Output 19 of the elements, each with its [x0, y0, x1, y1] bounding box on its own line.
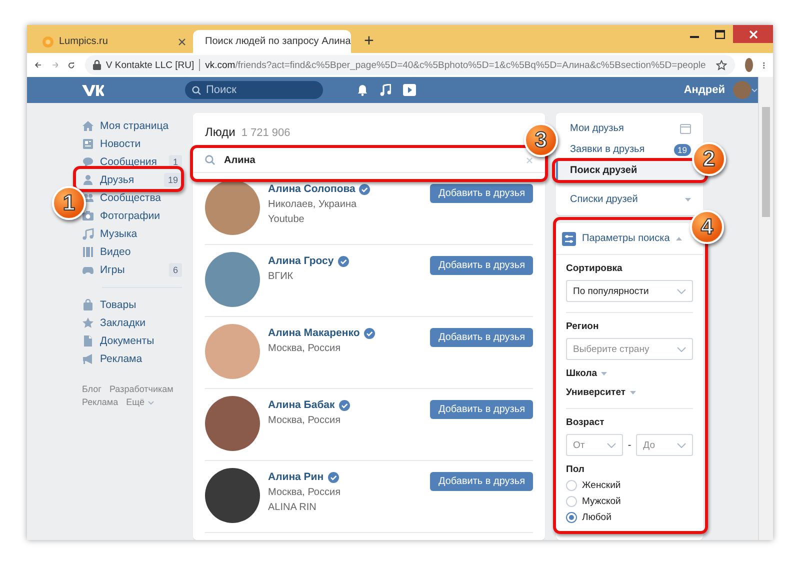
section-title: Люди [205, 125, 236, 139]
filter-label: Пол [566, 464, 584, 475]
person-detail: Москва, Россия [268, 343, 342, 354]
person-detail: Николаев, Украина [268, 199, 358, 210]
person-detail: Москва, Россия [268, 415, 342, 426]
site-identity: V Kontakte LLC [RU] [106, 60, 194, 70]
person-detail: Москва, Россия [268, 487, 342, 498]
filter-label: Сортировка [566, 263, 622, 274]
count-badge: 19 [674, 144, 691, 156]
person-detail: ВГИК [268, 271, 294, 282]
result-count: 1 721 906 [241, 127, 290, 139]
person-detail: ALINA RIN [268, 502, 318, 513]
range-dash: - [628, 440, 632, 450]
person-detail: Youtube [268, 214, 306, 225]
url-text: vk.com/friends?act=find&c%5Bper_page%5D=40&c%5Bphoto%5D=1&c%5Bq%5D=Алина&c%5Bsection%5D=people [205, 60, 706, 70]
count-badge: 6 [168, 263, 182, 277]
filter-label: Возраст [566, 417, 604, 428]
filter-label: Регион [566, 321, 599, 332]
count-badge: 19 [164, 173, 182, 187]
